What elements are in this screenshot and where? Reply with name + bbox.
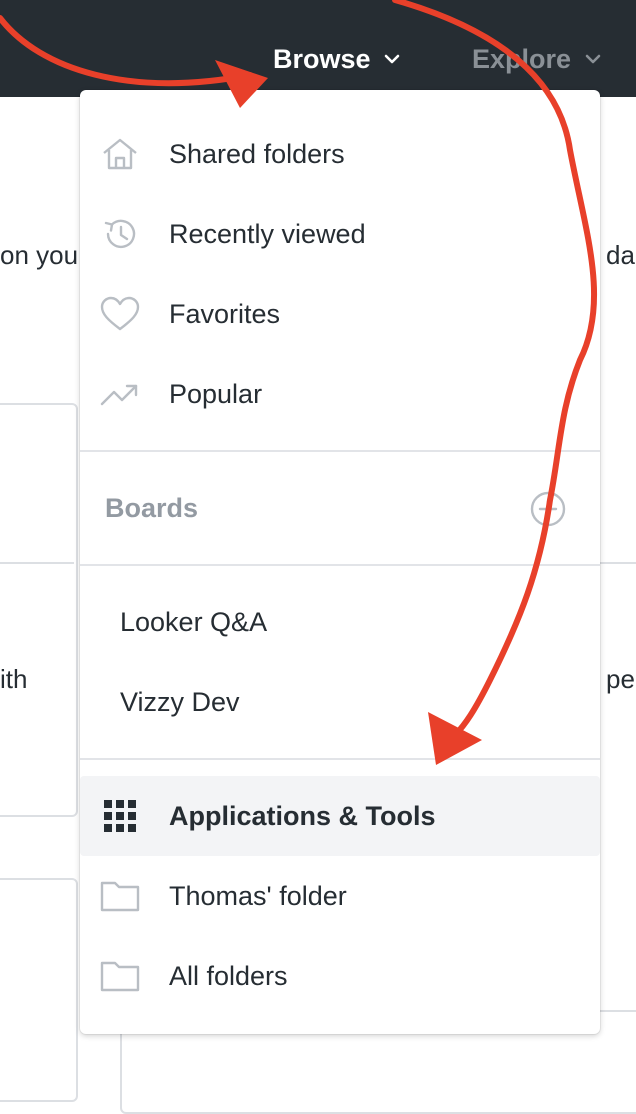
menu-item-thomas-folder[interactable]: Thomas' folder xyxy=(80,856,600,936)
trending-icon xyxy=(100,376,140,412)
menu-item-label: Thomas' folder xyxy=(169,881,347,911)
top-nav-bar: Browse Explore xyxy=(0,0,636,97)
board-item-label: Vizzy Dev xyxy=(120,687,240,717)
board-item-looker-qa[interactable]: Looker Q&A xyxy=(80,582,600,662)
menu-item-favorites[interactable]: Favorites xyxy=(80,274,600,354)
chevron-down-icon xyxy=(384,54,400,64)
menu-item-recently-viewed[interactable]: Recently viewed xyxy=(80,194,600,274)
menu-item-label: Applications & Tools xyxy=(169,801,436,831)
heart-icon xyxy=(100,296,140,332)
menu-item-label: All folders xyxy=(169,961,288,991)
menu-divider xyxy=(80,758,600,760)
menu-item-all-folders[interactable]: All folders xyxy=(80,936,600,1016)
add-board-button[interactable] xyxy=(529,490,567,528)
folder-icon xyxy=(100,958,140,994)
menu-item-popular[interactable]: Popular xyxy=(80,354,600,434)
boards-section-title: Boards xyxy=(105,493,199,523)
background-text-fragment: da xyxy=(606,240,635,270)
menu-divider xyxy=(80,564,600,566)
background-divider xyxy=(600,562,636,564)
history-icon xyxy=(100,216,140,252)
menu-item-applications-tools[interactable]: Applications & Tools xyxy=(80,776,600,856)
nav-explore-label: Explore xyxy=(472,44,572,74)
menu-item-label: Shared folders xyxy=(169,139,345,169)
browse-dropdown-menu: Shared folders Recently viewed Favorites xyxy=(80,90,600,1034)
chevron-down-icon xyxy=(585,54,600,64)
menu-divider xyxy=(80,450,600,452)
home-icon xyxy=(100,136,140,172)
board-item-label: Looker Q&A xyxy=(120,607,268,637)
menu-item-label: Popular xyxy=(169,379,263,409)
add-circle-icon xyxy=(530,491,566,527)
background-divider xyxy=(0,562,74,564)
menu-item-shared-folders[interactable]: Shared folders xyxy=(80,114,600,194)
nav-browse-label: Browse xyxy=(273,44,371,74)
nav-explore[interactable]: Explore xyxy=(472,40,601,78)
menu-item-label: Favorites xyxy=(169,299,281,329)
background-card xyxy=(0,403,78,817)
grid-icon xyxy=(100,798,140,834)
background-card xyxy=(0,878,78,1102)
nav-browse[interactable]: Browse xyxy=(273,40,400,78)
background-text-fragment: ith xyxy=(0,664,28,694)
board-item-vizzy-dev[interactable]: Vizzy Dev xyxy=(80,662,600,742)
menu-item-label: Recently viewed xyxy=(169,219,366,249)
background-text-fragment: per xyxy=(606,664,636,694)
folder-icon xyxy=(100,878,140,914)
background-text-fragment: on you xyxy=(0,240,79,270)
